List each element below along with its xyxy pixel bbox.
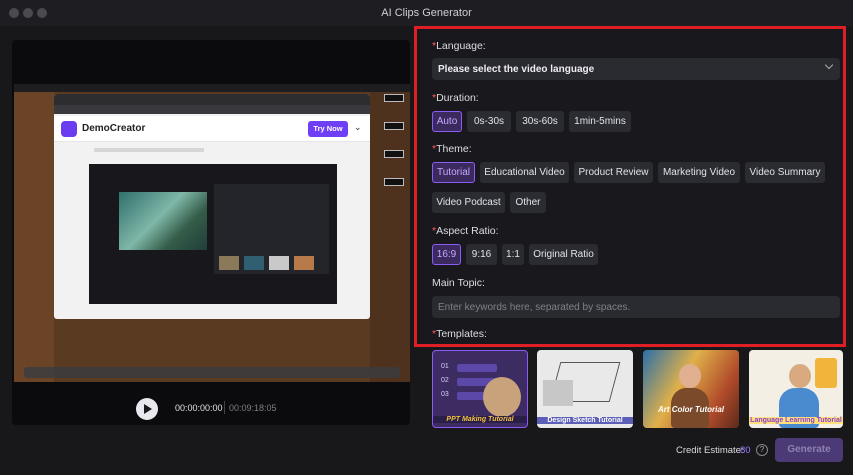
theme-option-marketing-video[interactable]: Marketing Video [658,162,740,183]
theme-option-product-review[interactable]: Product Review [574,162,653,183]
aspect-ratio-label: *Aspect Ratio: [432,225,499,237]
duration-option-1-5mins[interactable]: 1min-5mins [569,111,631,132]
video-frame: DemoCreator Try Now ⌄ [14,84,410,382]
template-ppt-making[interactable]: 01 02 03 PPT Making Tutorial [432,350,528,428]
democreator-logo-icon [61,121,77,137]
theme-option-educational-video[interactable]: Educational Video [480,162,569,183]
aspect-option-original[interactable]: Original Ratio [529,244,598,265]
frame-editor-screenshot [89,164,337,304]
theme-option-video-summary[interactable]: Video Summary [745,162,825,183]
credit-estimate-value: 80 [740,445,751,456]
duration-label: *Duration: [432,92,479,104]
language-select[interactable]: Please select the video language [432,58,840,80]
theme-option-video-podcast[interactable]: Video Podcast [432,192,505,213]
duration-option-30-60s[interactable]: 30s-60s [516,111,564,132]
theme-option-tutorial[interactable]: Tutorial [432,162,475,183]
template-design-sketch[interactable]: Design Sketch Tutorial [537,350,633,428]
current-time: 00:00:00:00 [175,403,223,413]
time-divider [224,401,225,414]
language-select-value: Please select the video language [438,64,595,75]
generate-button[interactable]: Generate [775,438,843,462]
play-button[interactable] [136,398,158,420]
template-language-learning[interactable]: Language Learning Tutorial [749,350,843,428]
chevron-down-icon [824,60,834,70]
language-label: *Language: [432,40,486,52]
frame-brand-name: DemoCreator [82,123,146,134]
frame-dock [24,367,400,378]
frame-browser-window: DemoCreator Try Now ⌄ [54,94,370,319]
video-preview-panel: DemoCreator Try Now ⌄ [12,40,410,425]
frame-desktop-screenshots [380,94,408,204]
duration-option-auto[interactable]: Auto [432,111,462,132]
templates-label: *Templates: [432,328,487,340]
total-time: 00:09:18:05 [229,403,277,413]
aspect-option-9-16[interactable]: 9:16 [466,244,497,265]
main-topic-input[interactable] [432,296,840,318]
credit-estimate-label: Credit Estimate: [676,445,744,456]
frame-site-header: DemoCreator Try Now ⌄ [54,116,370,142]
window-title: AI Clips Generator [381,7,472,19]
title-bar: AI Clips Generator [0,0,853,26]
aspect-option-1-1[interactable]: 1:1 [502,244,524,265]
duration-option-0-30s[interactable]: 0s-30s [467,111,511,132]
frame-menubar [14,84,410,92]
presenter-avatar [483,377,521,417]
help-icon[interactable]: ? [756,444,768,456]
theme-label: *Theme: [432,143,472,155]
template-art-color[interactable]: Art Color Tutorial [643,350,739,428]
frame-chevron-icon: ⌄ [354,122,362,132]
aspect-option-16-9[interactable]: 16:9 [432,244,461,265]
theme-option-other[interactable]: Other [510,192,546,213]
frame-try-now-button: Try Now [308,121,348,137]
main-topic-label: Main Topic: [432,277,485,289]
